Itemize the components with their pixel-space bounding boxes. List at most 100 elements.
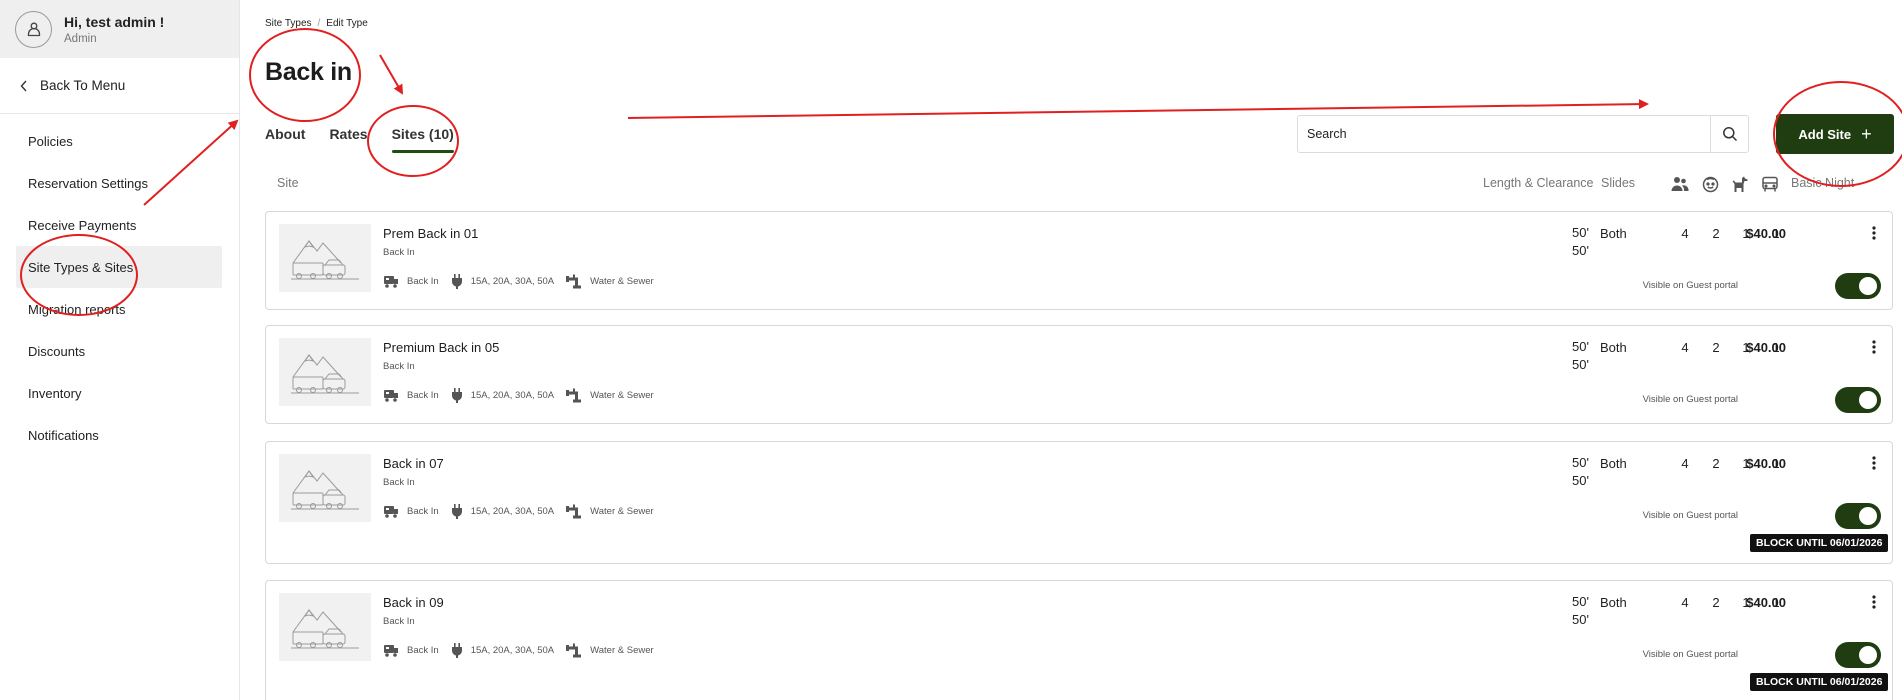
amenities-row: Back In 15A, 20A, 30A, 50A Water & Sewer [383, 388, 666, 403]
tab-about[interactable]: About [265, 126, 305, 153]
amenity-power: 15A, 20A, 30A, 50A [470, 390, 555, 401]
site-type: Back In [383, 361, 415, 372]
site-price: $40.00 [1746, 595, 1786, 610]
site-type: Back In [383, 616, 415, 627]
user-role: Admin [64, 32, 97, 45]
site-price: $40.00 [1746, 340, 1786, 355]
pets-icon [1730, 174, 1750, 194]
site-card[interactable]: Back in 07 Back In Back In 15A, 20A, 30A… [265, 441, 1893, 564]
sidebar-item-inventory[interactable]: Inventory [16, 372, 222, 414]
parking-icon [383, 389, 399, 403]
sidebar: Hi, test admin ! Admin Back To Menu Poli… [0, 0, 240, 700]
site-clearance: 50' [1572, 473, 1589, 488]
amenity-power: 15A, 20A, 30A, 50A [470, 506, 555, 517]
parking-icon [383, 505, 399, 519]
amenity-parking: Back In [407, 276, 439, 287]
plus-icon: + [1861, 124, 1872, 144]
visible-on-portal-label: Visible on Guest portal [1642, 280, 1738, 291]
site-price: $40.00 [1746, 226, 1786, 241]
plug-icon [451, 504, 463, 519]
site-card[interactable]: Back in 09 Back In Back In 15A, 20A, 30A… [265, 580, 1893, 700]
plug-icon [451, 388, 463, 403]
site-thumbnail [279, 224, 371, 292]
sidebar-item-migration-reports[interactable]: Migration reports [16, 288, 222, 330]
visible-toggle[interactable] [1835, 503, 1881, 529]
column-slides: Slides [1601, 176, 1636, 190]
site-length: 50' [1572, 339, 1589, 354]
search-input[interactable] [1298, 116, 1710, 152]
breadcrumb: Site Types / Edit Type [265, 18, 368, 29]
breadcrumb-separator: / [317, 18, 321, 29]
user-greeting: Hi, test admin ! [64, 13, 165, 30]
more-options-icon[interactable] [1867, 340, 1881, 354]
tab-rates[interactable]: Rates [329, 126, 367, 153]
more-options-icon[interactable] [1867, 226, 1881, 240]
site-card[interactable]: Prem Back in 01 Back In Back In 15A, 20A… [265, 211, 1893, 310]
sidebar-item-reservation-settings[interactable]: Reservation Settings [16, 162, 222, 204]
site-slides: Both [1600, 456, 1627, 471]
visible-toggle[interactable] [1835, 387, 1881, 413]
back-to-menu-label: Back To Menu [40, 78, 126, 93]
visible-toggle[interactable] [1835, 273, 1881, 299]
plug-icon [451, 643, 463, 658]
tabs: About Rates Sites (10) [265, 126, 478, 153]
site-length: 50' [1572, 594, 1589, 609]
sidebar-item-site-types-sites[interactable]: Site Types & Sites [16, 246, 222, 288]
annotation-arrow-tab [379, 54, 404, 95]
water-sewer-icon [566, 504, 582, 519]
sidebar-divider [0, 113, 240, 114]
column-site: Site [277, 176, 299, 190]
amenity-parking: Back In [407, 390, 439, 401]
page-title: Back in [265, 58, 352, 86]
visible-toggle[interactable] [1835, 642, 1881, 668]
children-icon [1700, 174, 1720, 194]
column-basic-night: Basic Night [1791, 176, 1855, 190]
more-options-icon[interactable] [1867, 456, 1881, 470]
site-clearance: 50' [1572, 612, 1589, 627]
visible-on-portal-label: Visible on Guest portal [1642, 510, 1738, 521]
search-box [1297, 115, 1749, 153]
back-to-menu-link[interactable]: Back To Menu [20, 78, 125, 93]
site-thumbnail [279, 338, 371, 406]
site-price: $40.00 [1746, 456, 1786, 471]
site-card[interactable]: Premium Back in 05 Back In Back In 15A, … [265, 325, 1893, 424]
visible-on-portal-label: Visible on Guest portal [1642, 649, 1738, 660]
user-icon [15, 10, 52, 48]
water-sewer-icon [566, 274, 582, 289]
more-options-icon[interactable] [1867, 595, 1881, 609]
amenity-water: Water & Sewer [590, 645, 654, 656]
sidebar-item-discounts[interactable]: Discounts [16, 330, 222, 372]
site-length: 50' [1572, 455, 1589, 470]
toggle-knob [1859, 391, 1877, 409]
amenity-parking: Back In [407, 506, 439, 517]
tab-sites[interactable]: Sites (10) [391, 126, 455, 153]
site-thumbnail [279, 593, 371, 661]
amenity-water: Water & Sewer [590, 506, 654, 517]
sidebar-nav: Policies Reservation Settings Receive Pa… [16, 120, 222, 456]
column-length-clearance: Length & Clearance [1483, 176, 1594, 190]
sidebar-item-policies[interactable]: Policies [16, 120, 222, 162]
breadcrumb-site-types[interactable]: Site Types [265, 18, 312, 29]
amenities-row: Back In 15A, 20A, 30A, 50A Water & Sewer [383, 504, 666, 519]
sidebar-item-receive-payments[interactable]: Receive Payments [16, 204, 222, 246]
block-until-badge: BLOCK UNTIL 06/01/2026 [1750, 534, 1889, 552]
water-sewer-icon [566, 643, 582, 658]
search-icon[interactable] [1710, 116, 1748, 152]
breadcrumb-edit-type: Edit Type [326, 18, 368, 29]
parking-icon [383, 644, 399, 658]
plug-icon [451, 274, 463, 289]
sidebar-item-notifications[interactable]: Notifications [16, 414, 222, 456]
add-site-label: Add Site [1798, 126, 1852, 142]
site-slides: Both [1600, 340, 1627, 355]
amenities-row: Back In 15A, 20A, 30A, 50A Water & Sewer [383, 274, 666, 289]
user-box: Hi, test admin ! Admin [0, 0, 239, 58]
toggle-knob [1859, 507, 1877, 525]
amenities-row: Back In 15A, 20A, 30A, 50A Water & Sewer [383, 643, 666, 658]
site-thumbnail [279, 454, 371, 522]
site-name: Prem Back in 01 [383, 226, 479, 241]
chevron-left-icon [20, 80, 28, 92]
block-until-badge: BLOCK UNTIL 06/01/2026 [1750, 673, 1889, 691]
site-type: Back In [383, 477, 415, 488]
site-name: Back in 09 [383, 595, 444, 610]
add-site-button[interactable]: Add Site + [1776, 114, 1894, 154]
